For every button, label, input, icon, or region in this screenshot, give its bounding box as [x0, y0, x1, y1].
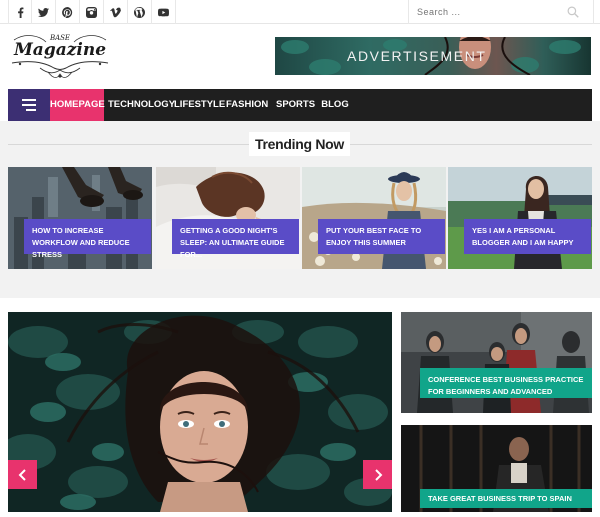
- trending-card-caption: YES I AM A PERSONAL BLOGGER AND I AM HAP…: [464, 219, 591, 254]
- side-post[interactable]: TAKE GREAT BUSINESS TRIP TO SPAIN: [401, 425, 592, 512]
- wordpress-icon: [134, 6, 145, 18]
- main-navigation: HOMEPAGE TECHNOLOGY LIFESTYLE FASHION SP…: [8, 89, 592, 121]
- search-icon[interactable]: [567, 6, 579, 18]
- site-logo[interactable]: BASE Magazine: [10, 30, 110, 82]
- youtube-link[interactable]: [152, 0, 176, 24]
- slider-next-button[interactable]: [363, 460, 392, 489]
- social-links: [8, 0, 176, 24]
- chevron-left-icon: [18, 468, 26, 481]
- pinterest-link[interactable]: [56, 0, 80, 24]
- side-post-caption: TAKE GREAT BUSINESS TRIP TO SPAIN: [420, 489, 592, 508]
- instagram-icon: [86, 6, 97, 18]
- nav-item-fashion[interactable]: FASHION: [226, 89, 268, 121]
- facebook-link[interactable]: [8, 0, 32, 24]
- twitter-link[interactable]: [32, 0, 56, 24]
- nav-item-sports[interactable]: SPORTS: [276, 89, 315, 121]
- trending-card-caption: PUT YOUR BEST FACE TO ENJOY THIS SUMMER: [318, 219, 445, 254]
- advertisement-label: ADVERTISEMENT: [347, 48, 487, 64]
- nav-item-lifestyle[interactable]: LIFESTYLE: [174, 89, 225, 121]
- trending-title: Trending Now: [249, 132, 350, 156]
- featured-slider[interactable]: [8, 312, 392, 512]
- instagram-link[interactable]: [80, 0, 104, 24]
- trending-card[interactable]: YES I AM A PERSONAL BLOGGER AND I AM HAP…: [448, 167, 592, 269]
- search-box: [408, 0, 594, 24]
- trending-card[interactable]: PUT YOUR BEST FACE TO ENJOY THIS SUMMER: [302, 167, 446, 269]
- advertisement-banner[interactable]: ADVERTISEMENT: [275, 37, 591, 75]
- menu-hamburger-icon[interactable]: [8, 89, 50, 121]
- slider-prev-button[interactable]: [8, 460, 37, 489]
- facebook-icon: [17, 6, 23, 18]
- trending-card-caption: GETTING A GOOD NIGHT'S SLEEP: AN ULTIMAT…: [172, 219, 299, 259]
- top-bar: [0, 0, 600, 24]
- trending-card[interactable]: GETTING A GOOD NIGHT'S SLEEP: AN ULTIMAT…: [156, 167, 300, 269]
- nav-item-homepage[interactable]: HOMEPAGE: [50, 89, 105, 121]
- vimeo-link[interactable]: [104, 0, 128, 24]
- featured-slide-image: [8, 312, 392, 512]
- nav-item-blog[interactable]: BLOG: [320, 89, 350, 121]
- youtube-icon: [158, 8, 169, 16]
- trending-card-caption: HOW TO INCREASE WORKFLOW AND REDUCE STRE…: [24, 219, 151, 259]
- side-post[interactable]: CONFERENCE BEST BUSINESS PRACTICE FOR BE…: [401, 312, 592, 413]
- logo-main-text: Magazine: [13, 40, 107, 60]
- vimeo-icon: [110, 7, 121, 17]
- trending-card[interactable]: HOW TO INCREASE WORKFLOW AND REDUCE STRE…: [8, 167, 152, 269]
- chevron-right-icon: [374, 468, 382, 481]
- section-divider: [0, 298, 600, 310]
- wordpress-link[interactable]: [128, 0, 152, 24]
- twitter-icon: [38, 7, 49, 17]
- side-post-caption: CONFERENCE BEST BUSINESS PRACTICE FOR BE…: [420, 368, 592, 398]
- nav-item-technology[interactable]: TECHNOLOGY: [108, 89, 175, 121]
- pinterest-icon: [62, 6, 73, 18]
- search-input[interactable]: [409, 0, 569, 24]
